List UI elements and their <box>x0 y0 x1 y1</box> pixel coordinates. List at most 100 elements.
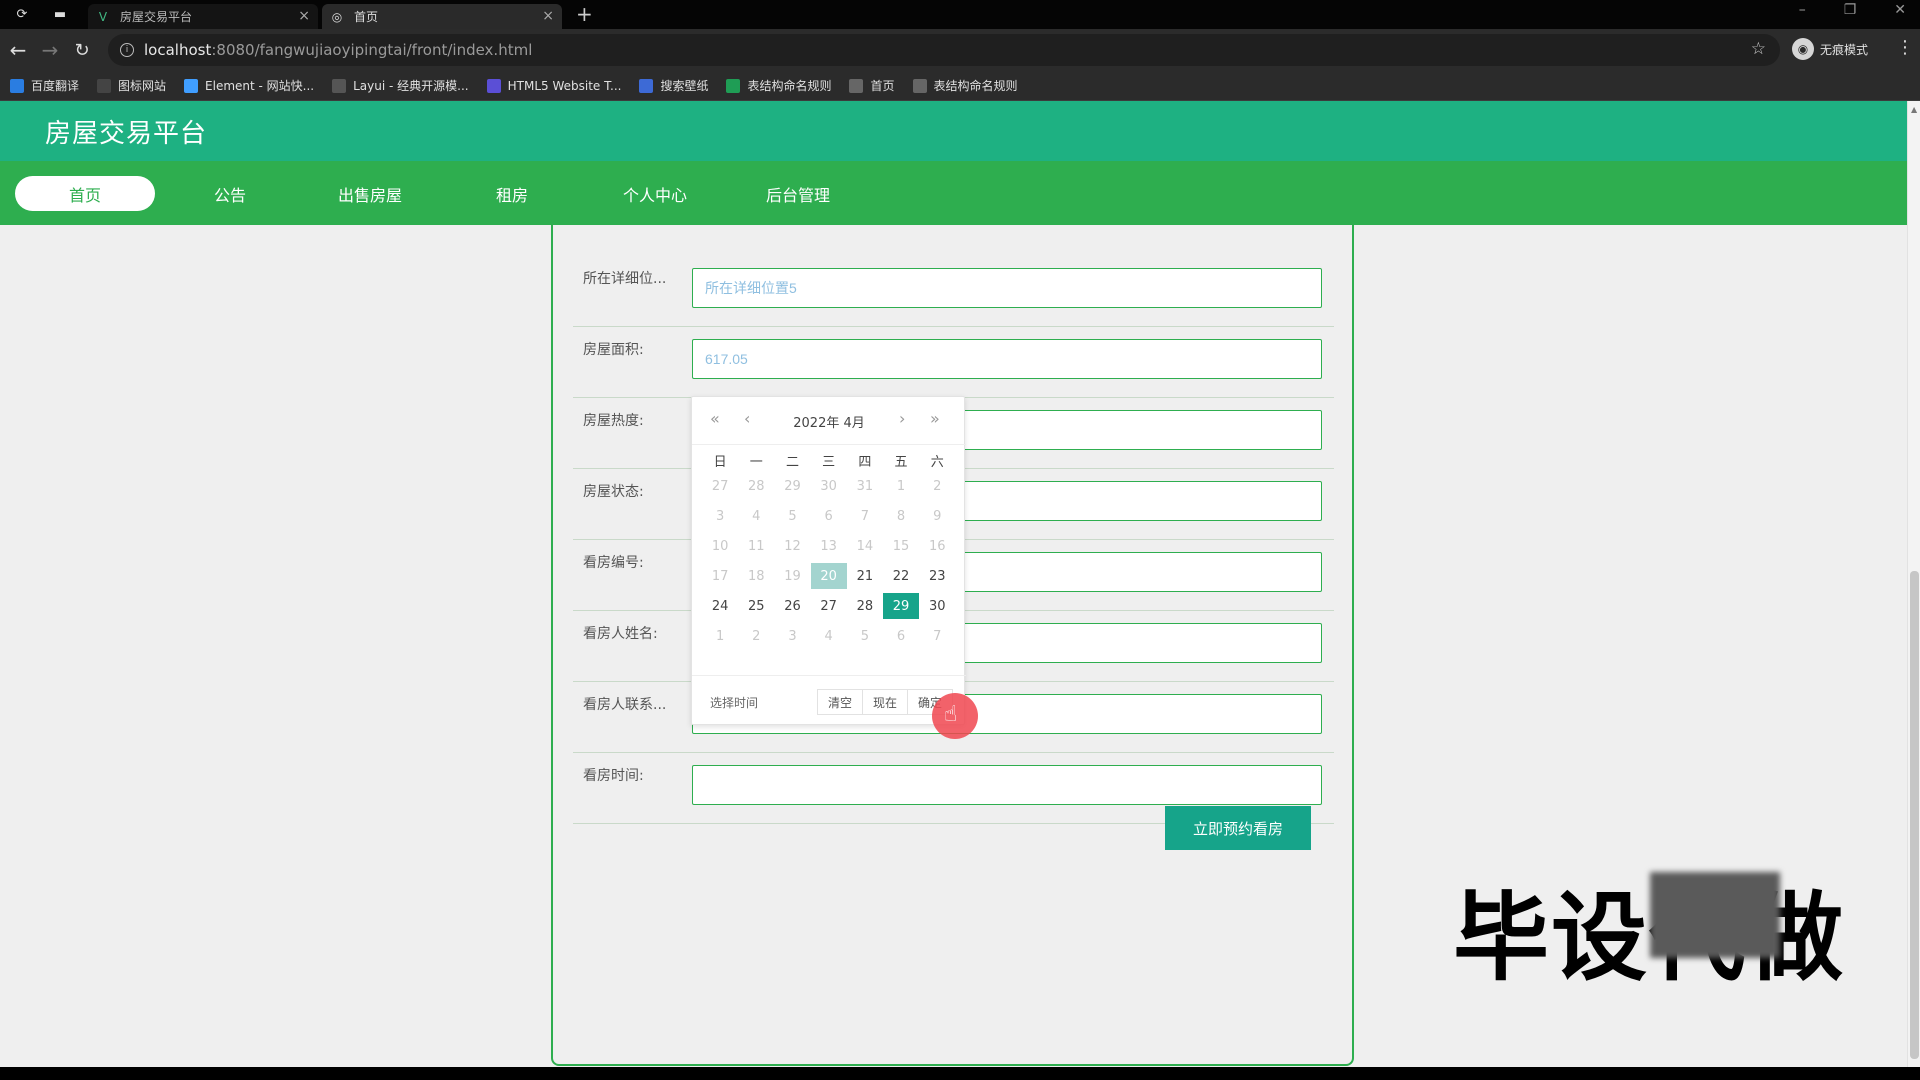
now-button[interactable]: 现在 <box>862 689 909 715</box>
day-cell[interactable]: 17 <box>702 561 738 591</box>
bookmark-label: 图标网站 <box>118 79 167 93</box>
site-nav: 首页 公告 出售房屋 租房 个人中心 后台管理 <box>0 161 1907 225</box>
translate-icon <box>10 78 24 93</box>
date-picker-title[interactable]: 2022年 4月 <box>692 412 966 431</box>
page-scrollbar[interactable]: ▲ <box>1907 101 1920 1067</box>
new-tab-icon[interactable]: + <box>576 2 593 26</box>
day-cell[interactable]: 4 <box>738 501 774 531</box>
menu-dots-icon[interactable]: ⋮ <box>1896 37 1914 58</box>
day-cell[interactable]: 16 <box>919 531 955 561</box>
day-cell[interactable]: 26 <box>774 591 810 621</box>
close-icon[interactable]: × <box>542 8 554 24</box>
day-cell[interactable]: 31 <box>847 471 883 501</box>
bookmark-item[interactable]: 表结构命名规则 <box>726 77 831 94</box>
bookmark-item[interactable]: Element - 网站快... <box>184 77 314 94</box>
day-cell[interactable]: 28 <box>847 591 883 621</box>
day-cell[interactable]: 18 <box>738 561 774 591</box>
day-cell[interactable]: 24 <box>702 591 738 621</box>
day-cell[interactable]: 8 <box>883 501 919 531</box>
info-icon[interactable]: i <box>120 43 134 57</box>
select-time-link[interactable]: 选择时间 <box>710 694 758 711</box>
day-cell[interactable]: 25 <box>738 591 774 621</box>
restore-icon[interactable]: ❐ <box>1844 2 1857 18</box>
day-cell[interactable]: 1 <box>702 621 738 651</box>
day-cell[interactable]: 21 <box>847 561 883 591</box>
next-month-icon[interactable]: › <box>899 409 905 428</box>
nav-item[interactable]: 个人中心 <box>585 176 725 211</box>
day-cell[interactable]: 7 <box>919 621 955 651</box>
field-label: 房屋热度: <box>583 413 644 429</box>
field-input[interactable] <box>692 765 1322 805</box>
day-cell[interactable]: 27 <box>811 591 847 621</box>
forward-icon[interactable]: → <box>38 38 62 62</box>
day-cell[interactable]: 19 <box>774 561 810 591</box>
book-viewing-button[interactable]: 立即预约看房 <box>1165 806 1311 850</box>
day-cell[interactable]: 12 <box>774 531 810 561</box>
today-cell[interactable]: 20 <box>810 563 847 589</box>
nav-item[interactable]: 公告 <box>160 176 300 211</box>
day-cell[interactable]: 3 <box>702 501 738 531</box>
scroll-thumb[interactable] <box>1910 571 1919 1059</box>
bookmark-item[interactable]: 百度翻译 <box>10 77 79 94</box>
bookmark-item[interactable]: HTML5 Website T... <box>486 78 621 93</box>
day-cell[interactable]: 2 <box>738 621 774 651</box>
nav-item[interactable]: 首页 <box>15 176 155 211</box>
day-cell[interactable]: 27 <box>702 471 738 501</box>
reload-icon[interactable]: ↻ <box>70 38 94 62</box>
bookmark-label: 首页 <box>870 79 895 93</box>
bookmark-item[interactable]: 表结构命名规则 <box>912 77 1018 94</box>
day-cell[interactable]: 30 <box>919 591 955 621</box>
day-cell[interactable]: 6 <box>811 501 847 531</box>
back-icon[interactable]: ← <box>6 38 30 62</box>
star-icon[interactable]: ☆ <box>1751 39 1766 59</box>
bookmark-item[interactable]: 图标网站 <box>97 77 166 94</box>
bookmark-label: 表结构命名规则 <box>747 79 832 93</box>
url-host: localhost <box>144 41 212 59</box>
incognito-indicator[interactable]: ◉ 无痕模式 <box>1792 38 1868 60</box>
scroll-up-icon[interactable]: ▲ <box>1911 105 1917 114</box>
nav-item[interactable]: 后台管理 <box>728 176 868 211</box>
minimize-icon[interactable]: – <box>1799 2 1806 18</box>
nav-item[interactable]: 租房 <box>442 176 582 211</box>
clear-button[interactable]: 清空 <box>817 689 864 715</box>
field-input[interactable]: 所在详细位置5 <box>692 268 1322 308</box>
tab-house-platform[interactable]: V 房屋交易平台 × <box>88 4 318 29</box>
day-cell[interactable]: 29 <box>774 471 810 501</box>
day-cell[interactable]: 22 <box>883 561 919 591</box>
day-cell[interactable]: 2 <box>919 471 955 501</box>
incognito-label: 无痕模式 <box>1820 42 1869 57</box>
day-cell[interactable]: 9 <box>919 501 955 531</box>
day-cell[interactable]: 6 <box>883 621 919 651</box>
window-icon[interactable]: ▬ <box>52 6 68 22</box>
day-cell[interactable]: 7 <box>847 501 883 531</box>
nav-item[interactable]: 出售房屋 <box>300 176 440 211</box>
field-label: 房屋状态: <box>583 484 644 500</box>
day-cell[interactable]: 3 <box>774 621 810 651</box>
day-cell[interactable]: 14 <box>847 531 883 561</box>
day-cell[interactable]: 13 <box>811 531 847 561</box>
bookmark-item[interactable]: Layui - 经典开源模... <box>332 77 469 94</box>
date-picker-header: « ‹ 2022年 4月 › » <box>692 397 966 445</box>
day-cell[interactable]: 11 <box>738 531 774 561</box>
field-input[interactable]: 617.05 <box>692 339 1322 379</box>
tab-home[interactable]: ◎ 首页 × <box>322 4 562 29</box>
address-bar[interactable]: i localhost :8080/fangwujiaoyipingtai/fr… <box>108 34 1780 66</box>
day-cell[interactable]: 15 <box>883 531 919 561</box>
close-window-icon[interactable]: ✕ <box>1894 2 1906 18</box>
day-cell[interactable]: 10 <box>702 531 738 561</box>
day-cell[interactable]: 4 <box>811 621 847 651</box>
browser-logo-icon: ⟳ <box>16 6 28 22</box>
day-cell[interactable]: 5 <box>774 501 810 531</box>
day-cell[interactable]: 28 <box>738 471 774 501</box>
bookmark-item[interactable]: 搜索壁纸 <box>639 77 708 94</box>
day-cell[interactable]: 5 <box>847 621 883 651</box>
day-cell[interactable]: 23 <box>919 561 955 591</box>
next-year-icon[interactable]: » <box>930 409 940 428</box>
bookmark-item[interactable]: 首页 <box>849 77 895 94</box>
hand-cursor-icon: ☝ <box>944 702 958 727</box>
day-cell[interactable]: 1 <box>883 471 919 501</box>
close-icon[interactable]: × <box>298 8 310 24</box>
selected-day-cell[interactable]: 29 <box>882 593 920 619</box>
day-cell[interactable]: 30 <box>811 471 847 501</box>
field-label: 看房人姓名: <box>583 626 658 642</box>
